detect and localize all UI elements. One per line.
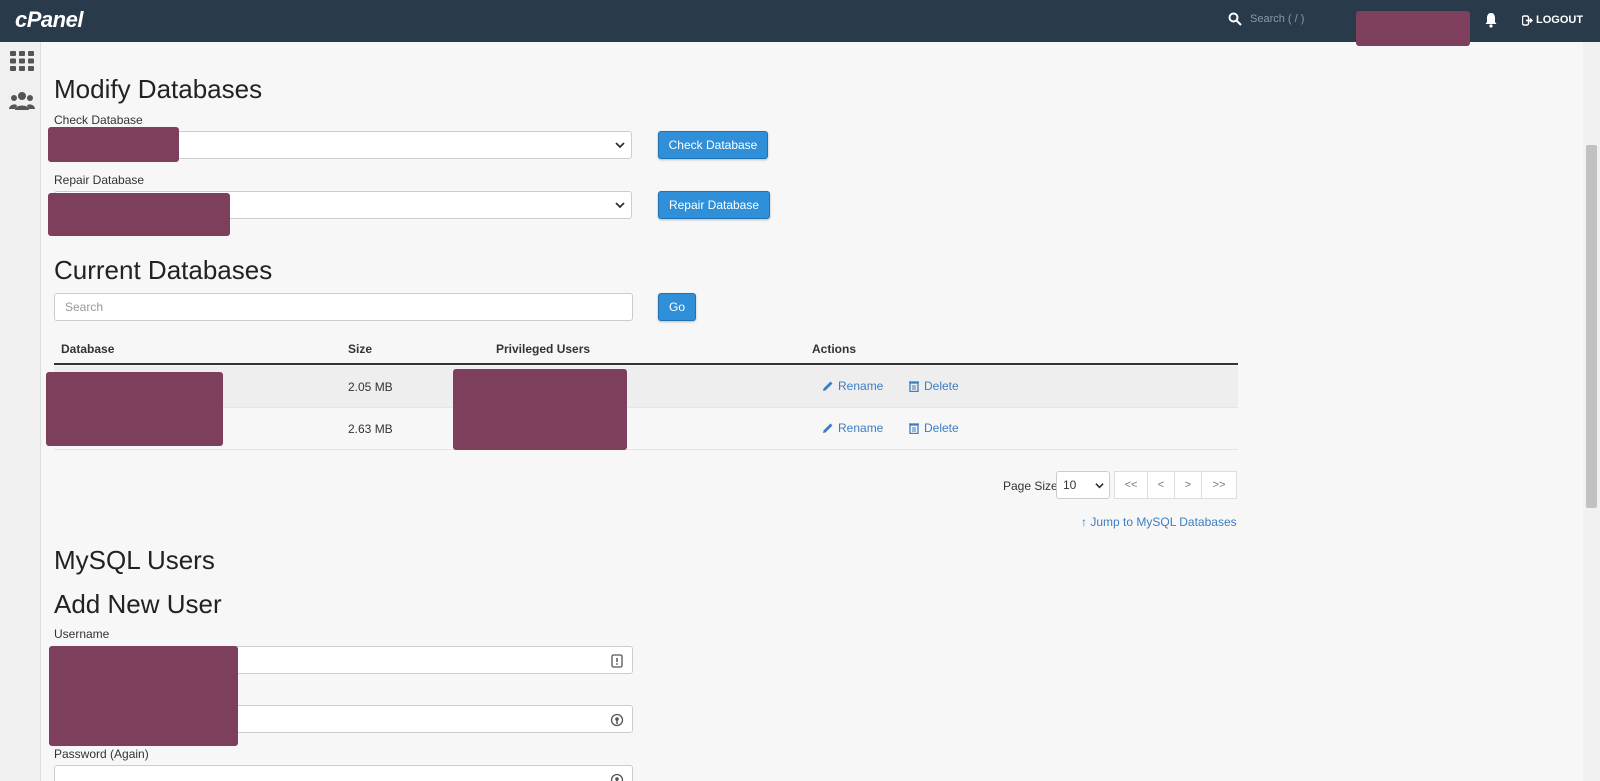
chevron-down-icon — [615, 142, 625, 149]
column-header-privileged-users: Privileged Users — [496, 342, 591, 356]
check-database-button[interactable]: Check Database — [658, 131, 768, 159]
logout-label: LOGOUT — [1536, 14, 1584, 26]
jump-link-label: Jump to MySQL Databases — [1090, 515, 1237, 529]
trash-icon — [909, 381, 919, 392]
redacted-username-value — [49, 646, 238, 746]
mysql-users-title: MySQL Users — [54, 545, 215, 575]
search-icon — [1228, 12, 1242, 26]
search-placeholder: Search ( / ) — [1250, 13, 1305, 25]
current-databases-title: Current Databases — [54, 255, 273, 285]
trash-icon — [909, 423, 919, 434]
rename-link[interactable]: Rename — [822, 421, 883, 435]
top-bar: cPanel Search ( / ) LOGOUT — [0, 0, 1600, 46]
first-page-button[interactable]: << — [1114, 471, 1148, 499]
database-size: 2.05 MB — [348, 380, 393, 394]
password-again-label: Password (Again) — [54, 747, 149, 761]
jump-to-mysql-databases-link[interactable]: ↑ Jump to MySQL Databases — [1081, 515, 1237, 529]
previous-page-button[interactable]: < — [1147, 471, 1175, 499]
username-label: Username — [54, 627, 110, 641]
next-page-button[interactable]: > — [1174, 471, 1202, 499]
modify-databases-title: Modify Databases — [54, 74, 263, 104]
password-key-icon — [610, 773, 624, 781]
rename-label: Rename — [838, 421, 884, 435]
delete-link[interactable]: Delete — [908, 421, 959, 435]
chevron-down-icon — [1095, 483, 1104, 489]
check-database-label: Check Database — [54, 113, 143, 127]
page-scrollbar[interactable] — [1583, 42, 1600, 781]
column-header-database[interactable]: Database — [61, 342, 114, 356]
database-search-input[interactable]: Search — [54, 293, 633, 321]
password-again-input[interactable] — [54, 765, 633, 781]
repair-database-label: Repair Database — [54, 173, 145, 187]
add-new-user-title: Add New User — [54, 589, 222, 619]
redacted-privileged-users — [453, 369, 627, 450]
arrow-up-icon: ↑ — [1081, 515, 1091, 529]
page-size-value: 10 — [1063, 478, 1077, 492]
go-button[interactable]: Go — [658, 293, 696, 321]
repair-database-button[interactable]: Repair Database — [658, 191, 770, 219]
delete-link[interactable]: Delete — [908, 379, 959, 393]
pencil-icon — [823, 381, 833, 391]
logout-button[interactable]: LOGOUT — [1522, 14, 1583, 26]
logout-icon — [1522, 14, 1533, 26]
users-icon[interactable] — [9, 90, 35, 112]
global-search[interactable]: Search ( / ) — [1228, 12, 1304, 26]
table-header-divider — [54, 363, 1238, 365]
chevron-down-icon — [615, 202, 625, 209]
redacted-database-names — [46, 372, 223, 446]
password-key-icon — [610, 713, 624, 727]
column-header-size[interactable]: Size — [348, 342, 372, 356]
page-size-select[interactable]: 10 — [1056, 471, 1110, 499]
redacted-repair-database-value — [48, 193, 230, 236]
sidebar — [0, 42, 41, 781]
database-size: 2.63 MB — [348, 422, 393, 436]
rename-link[interactable]: Rename — [822, 379, 883, 393]
contact-card-icon — [611, 654, 623, 668]
table-row: 2.63 MB Rename Delete — [54, 408, 1238, 450]
rename-label: Rename — [838, 379, 884, 393]
page-size-label: Page Size — [1003, 479, 1058, 493]
redacted-check-database-value — [48, 127, 179, 162]
pencil-icon — [823, 423, 833, 433]
apps-grid-icon[interactable] — [9, 50, 35, 72]
table-row: 2.05 MB Rename Delete — [54, 366, 1238, 408]
redacted-user-menu[interactable] — [1356, 11, 1470, 46]
last-page-button[interactable]: >> — [1201, 471, 1237, 499]
delete-label: Delete — [924, 379, 959, 393]
cpanel-logo[interactable]: cPanel — [15, 7, 83, 33]
scrollbar-thumb[interactable] — [1586, 145, 1597, 508]
column-header-actions: Actions — [812, 342, 857, 356]
bell-icon[interactable] — [1484, 12, 1498, 28]
delete-label: Delete — [924, 421, 959, 435]
